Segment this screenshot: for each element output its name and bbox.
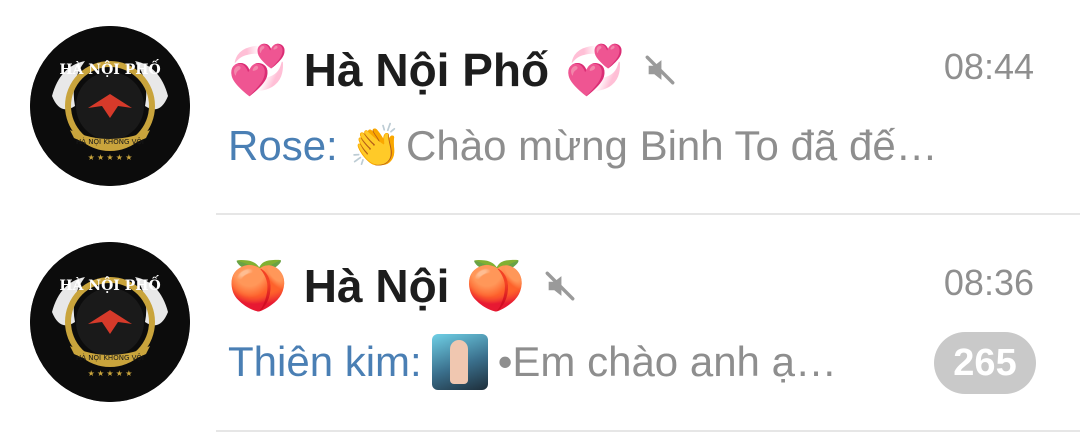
logo-subtext: HÀ NỘI KHÔNG VỘI <box>76 137 144 146</box>
logo-subtext: HÀ NỘI KHÔNG VỘI <box>76 353 144 362</box>
chat-time: 08:36 <box>943 262 1034 303</box>
avatar: HÀ NỘI PHỐ HÀ NỘI KHÔNG VỘI ★ ★ ★ ★ ★ <box>30 242 190 402</box>
peach-emoji-icon: 🍑 <box>465 258 526 314</box>
group-logo-image: HÀ NỘI PHỐ HÀ NỘI KHÔNG VỘI ★ ★ ★ ★ ★ <box>30 242 190 402</box>
hearts-emoji-icon: 💞 <box>565 42 625 98</box>
svg-text:★ ★ ★ ★ ★: ★ ★ ★ ★ ★ <box>88 153 133 162</box>
chat-name: Hà Nội Phố <box>303 44 550 96</box>
chat-name: Hà Nội <box>303 260 450 312</box>
sender-name: Thiên kim: <box>228 338 422 385</box>
muted-speaker-icon <box>545 271 575 301</box>
message-preview: Rose: 👏 Chào mừng Binh To đã đế… <box>228 116 938 176</box>
chat-title-line: 💞 Hà Nội Phố 💞 <box>228 38 677 102</box>
peach-emoji-icon: 🍑 <box>228 258 288 314</box>
photo-thumbnail[interactable] <box>431 334 488 390</box>
message-preview: Thiên kim: •Em chào anh ạ… <box>228 332 837 392</box>
divider <box>216 430 1080 432</box>
clapping-hands-emoji-icon: 👏 <box>349 121 403 170</box>
chat-row-ha-noi-pho[interactable]: HÀ NỘI PHỐ HÀ NỘI KHÔNG VỘI ★ ★ ★ ★ ★ 💞 … <box>0 0 1080 214</box>
sender-name: Rose: <box>228 122 338 169</box>
group-logo-image: HÀ NỘI PHỐ HÀ NỘI KHÔNG VỘI ★ ★ ★ ★ ★ <box>30 26 190 186</box>
muted-speaker-icon <box>645 55 675 85</box>
chat-list: HÀ NỘI PHỐ HÀ NỘI KHÔNG VỘI ★ ★ ★ ★ ★ 💞 … <box>0 0 1080 440</box>
chat-row-ha-noi[interactable]: HÀ NỘI PHỐ HÀ NỘI KHÔNG VỘI ★ ★ ★ ★ ★ 🍑 … <box>0 216 1080 430</box>
svg-text:★ ★ ★ ★ ★: ★ ★ ★ ★ ★ <box>88 369 133 378</box>
unread-count-badge: 265 <box>934 332 1036 394</box>
preview-text: Chào mừng Binh To đã đế… <box>406 122 938 169</box>
preview-text: •Em chào anh ạ… <box>497 338 837 385</box>
chat-time: 08:44 <box>943 46 1034 87</box>
divider <box>216 213 1080 215</box>
avatar: HÀ NỘI PHỐ HÀ NỘI KHÔNG VỘI ★ ★ ★ ★ ★ <box>30 26 190 186</box>
hearts-emoji-icon: 💞 <box>228 42 288 98</box>
chat-title-line: 🍑 Hà Nội 🍑 <box>228 254 577 318</box>
